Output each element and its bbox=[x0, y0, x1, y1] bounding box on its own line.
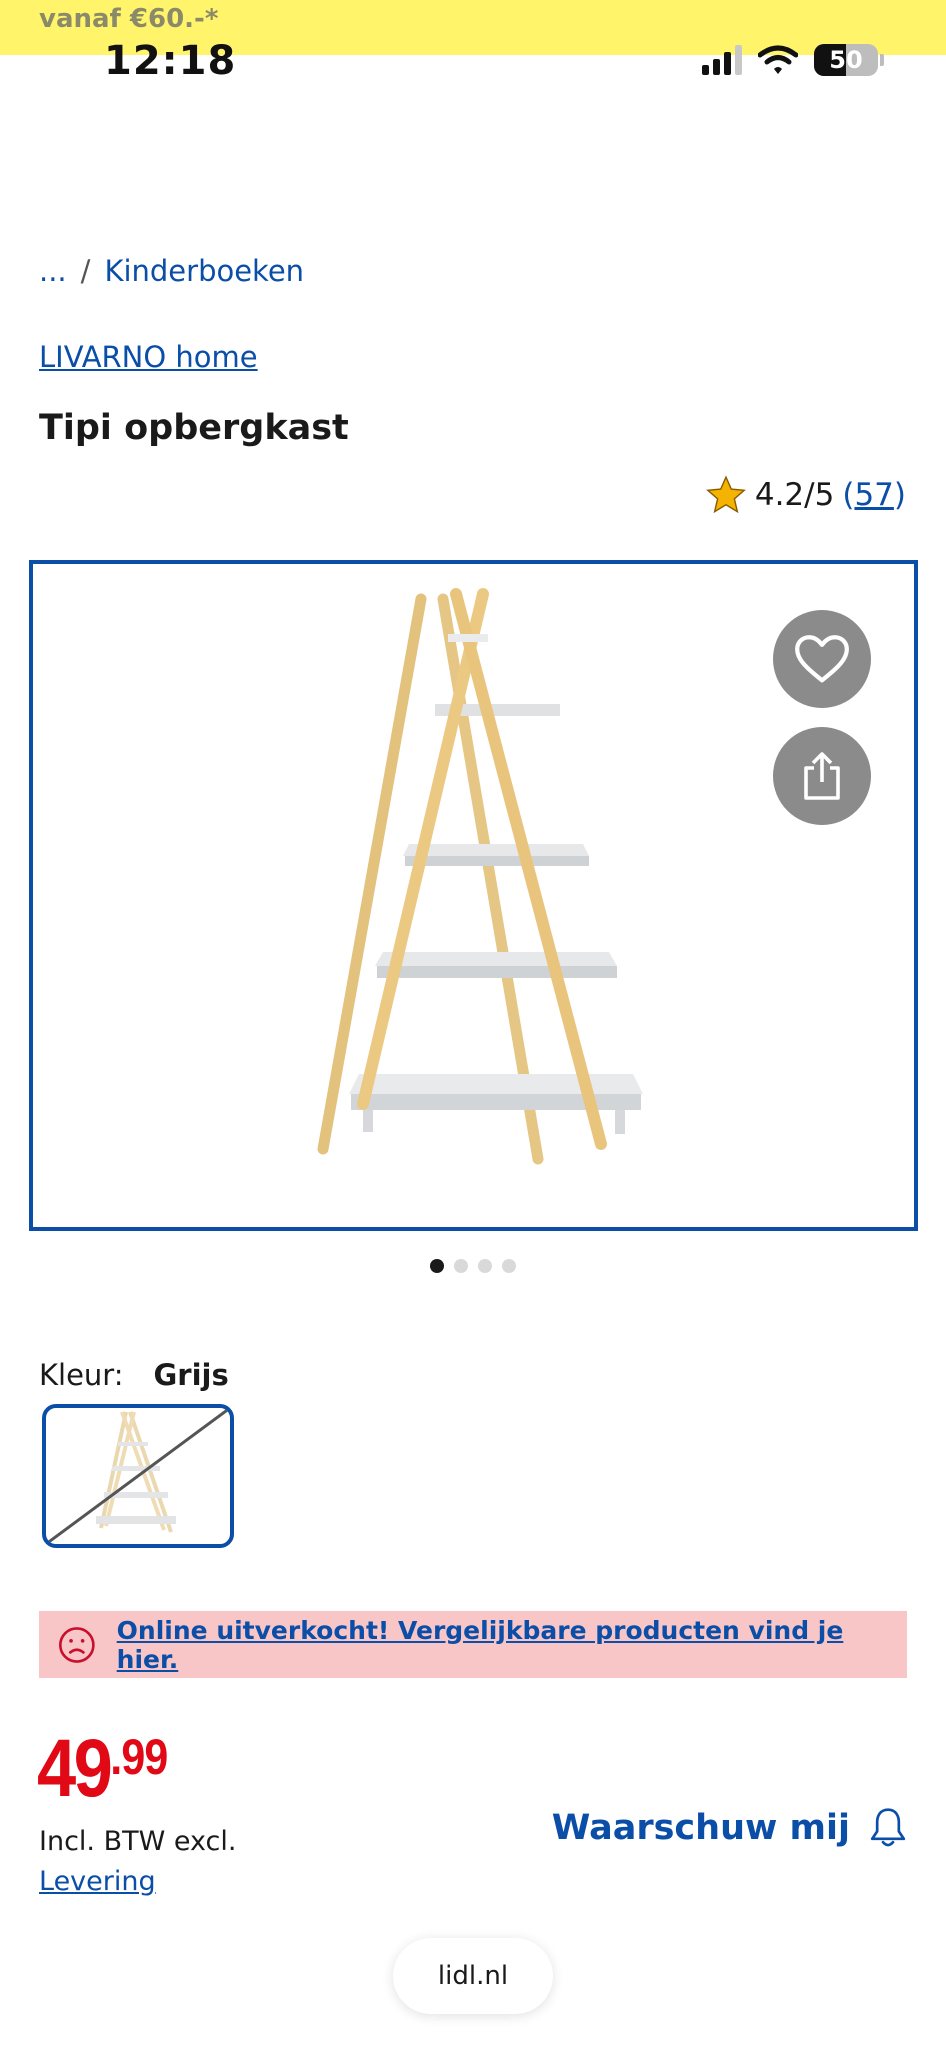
browser-url-bar[interactable]: lidl.nl bbox=[393, 1938, 553, 2014]
price-decimal: .99 bbox=[110, 1729, 168, 1785]
product-image-gallery[interactable] bbox=[29, 560, 918, 1231]
product-price: 49.99 bbox=[37, 1728, 168, 1810]
carousel-dot[interactable] bbox=[478, 1259, 492, 1273]
wifi-icon bbox=[758, 45, 798, 74]
price-integer: 49 bbox=[37, 1723, 113, 1814]
rating-value: 4.2/5 bbox=[754, 477, 835, 513]
battery-tip bbox=[880, 54, 884, 66]
notify-me-button[interactable]: Waarschuw mij bbox=[552, 1806, 908, 1850]
status-time: 12:18 bbox=[104, 38, 237, 84]
notify-me-label: Waarschuw mij bbox=[551, 1808, 850, 1848]
carousel-pagination bbox=[0, 1259, 946, 1273]
breadcrumb-category-link[interactable]: Kinderboeken bbox=[104, 254, 304, 288]
breadcrumb-ellipsis[interactable]: ... bbox=[39, 254, 67, 288]
rating-count-close: ) bbox=[893, 477, 906, 513]
status-icons: 50 bbox=[702, 44, 884, 76]
heart-icon bbox=[795, 635, 849, 683]
bell-icon bbox=[870, 1808, 906, 1847]
color-swatch-grijs[interactable] bbox=[42, 1404, 234, 1548]
breadcrumb: ... / Kinderboeken bbox=[39, 254, 304, 288]
breadcrumb-separator: / bbox=[80, 254, 91, 288]
product-rating[interactable]: 4.2/5 (57) bbox=[705, 474, 906, 516]
promo-text: vanaf €60.-* bbox=[39, 4, 219, 34]
brand-link[interactable]: LIVARNO home bbox=[39, 340, 258, 374]
star-icon bbox=[705, 475, 746, 514]
rating-count-open: ( bbox=[842, 477, 855, 513]
color-value: Grijs bbox=[153, 1358, 229, 1392]
battery-level: 50 bbox=[829, 46, 863, 74]
battery-icon: 50 bbox=[814, 44, 878, 76]
rating-count-link[interactable]: (57) bbox=[842, 477, 906, 513]
swatch-thumbnail bbox=[46, 1408, 230, 1544]
sold-out-alert-link[interactable]: Online uitverkocht! Vergelijkbare produc… bbox=[117, 1616, 907, 1674]
product-image bbox=[317, 588, 643, 1165]
sad-face-icon bbox=[58, 1626, 95, 1663]
carousel-dot[interactable] bbox=[502, 1259, 516, 1273]
favorite-button[interactable] bbox=[773, 610, 871, 708]
color-selector: Kleur: Grijs bbox=[39, 1358, 229, 1392]
cellular-signal-icon bbox=[702, 45, 742, 75]
share-icon bbox=[804, 752, 840, 800]
share-button[interactable] bbox=[773, 727, 871, 825]
product-title: Tipi opbergkast bbox=[39, 408, 349, 448]
carousel-dot[interactable] bbox=[430, 1259, 444, 1273]
rating-count: 57 bbox=[854, 477, 894, 513]
tax-info: Incl. BTW excl. bbox=[39, 1826, 237, 1857]
sold-out-alert[interactable]: Online uitverkocht! Vergelijkbare produc… bbox=[39, 1611, 907, 1678]
browser-url: lidl.nl bbox=[437, 1961, 509, 1991]
color-label: Kleur: bbox=[39, 1358, 124, 1392]
delivery-link[interactable]: Levering bbox=[39, 1866, 156, 1897]
carousel-dot[interactable] bbox=[454, 1259, 468, 1273]
